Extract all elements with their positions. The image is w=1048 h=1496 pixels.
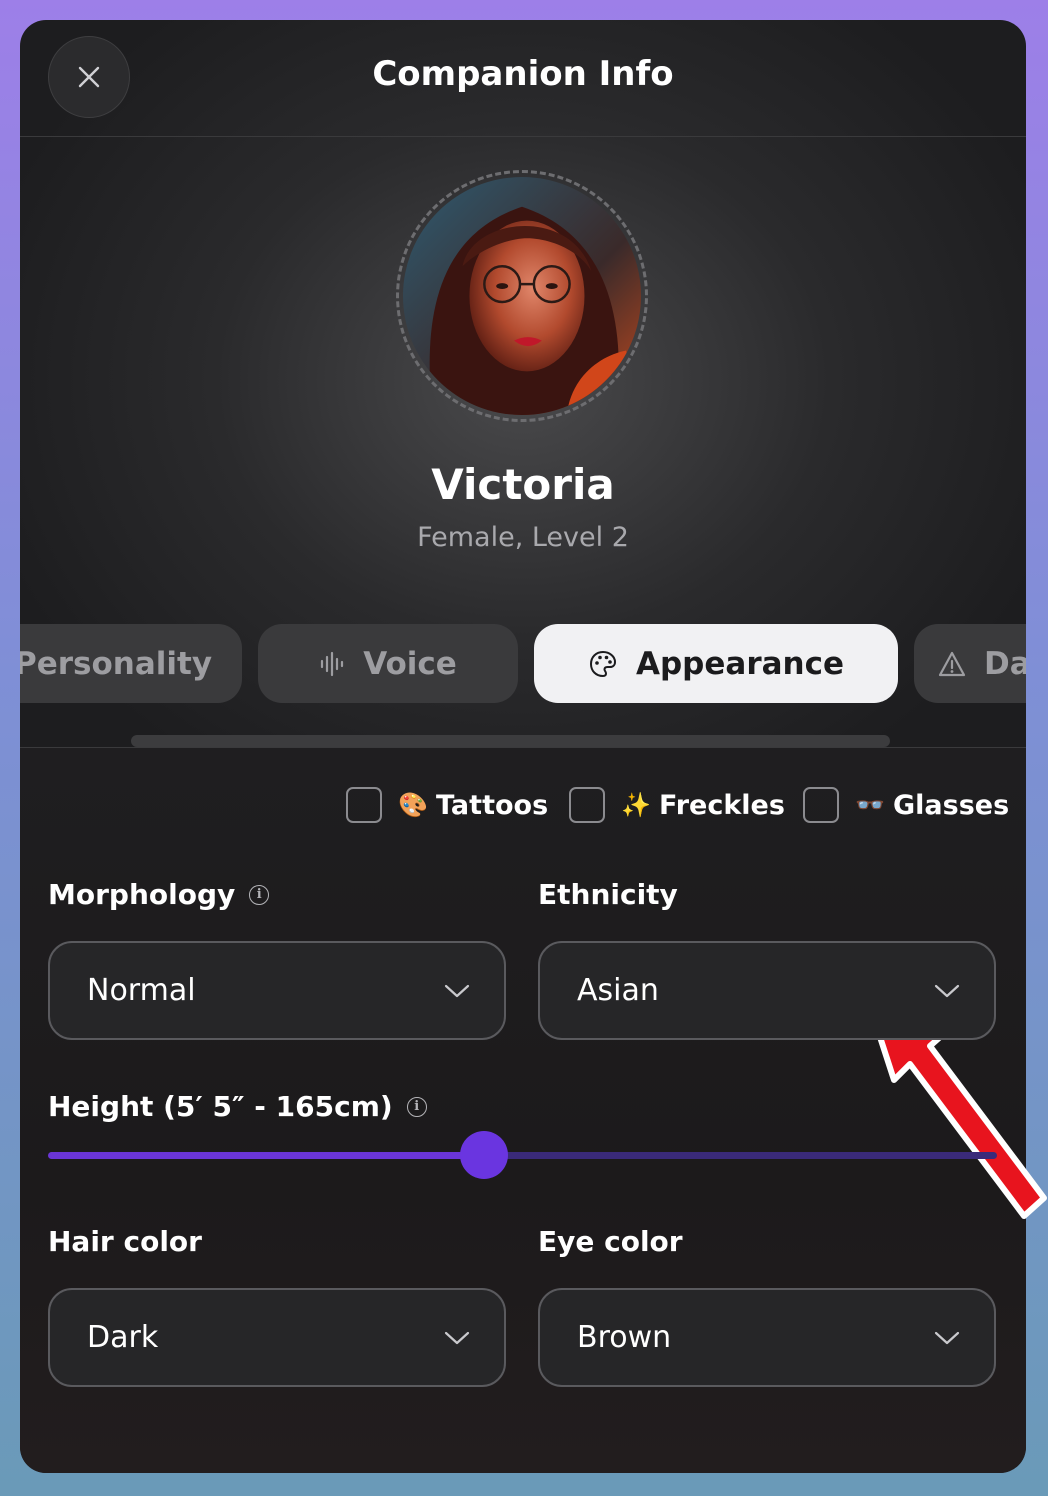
companion-info-panel: Companion Info Victoria Female, Level 2 … — [20, 20, 1026, 1473]
tattoos-checkbox[interactable] — [346, 787, 382, 823]
glasses-label: Glasses — [893, 789, 1010, 821]
tabs-scrollbar[interactable] — [131, 735, 890, 747]
tab-voice[interactable]: Voice — [258, 624, 518, 703]
glasses-emoji-icon: 👓 — [855, 791, 885, 819]
eye-color-select[interactable]: Brown — [538, 1288, 996, 1387]
ethnicity-select[interactable]: Asian — [538, 941, 996, 1040]
morphology-label: Morphology i — [48, 878, 270, 911]
chevron-down-icon — [444, 984, 470, 997]
ethnicity-label: Ethnicity — [538, 878, 678, 911]
sparkles-emoji-icon: ✨ — [621, 791, 651, 819]
hair-color-select[interactable]: Dark — [48, 1288, 506, 1387]
hair-color-value: Dark — [87, 1320, 159, 1355]
eye-color-label: Eye color — [538, 1225, 683, 1258]
height-slider-fill[interactable] — [48, 1152, 485, 1159]
palette-icon — [589, 650, 617, 677]
ethnicity-value: Asian — [577, 973, 659, 1008]
height-label: Height (5′ 5″ - 165cm) i — [48, 1090, 427, 1123]
avatar-portrait-image — [403, 177, 641, 415]
height-slider-thumb[interactable] — [460, 1131, 508, 1179]
page-title: Companion Info — [372, 54, 674, 94]
chevron-down-icon — [934, 984, 960, 997]
hair-color-label: Hair color — [48, 1225, 202, 1258]
chevron-down-icon — [934, 1331, 960, 1344]
freckles-checkbox[interactable] — [569, 787, 605, 823]
tab-personality[interactable]: Personality — [20, 624, 242, 703]
height-slider-track[interactable] — [485, 1152, 997, 1159]
divider — [20, 747, 1026, 748]
tab-label: Voice — [363, 645, 457, 682]
avatar[interactable] — [396, 170, 648, 422]
toggle-tattoos[interactable]: 🎨 Tattoos — [346, 785, 548, 825]
morphology-select[interactable]: Normal — [48, 941, 506, 1040]
companion-subtitle: Female, Level 2 — [417, 522, 629, 553]
waveform-icon — [321, 651, 344, 676]
eye-color-value: Brown — [577, 1320, 672, 1355]
tab-label: Personality — [20, 645, 213, 682]
companion-name: Victoria — [431, 460, 615, 509]
tattoos-label: Tattoos — [436, 789, 549, 821]
morphology-value: Normal — [87, 973, 196, 1008]
header: Companion Info — [20, 20, 1026, 137]
toggle-freckles[interactable]: ✨ Freckles — [569, 785, 785, 825]
chevron-down-icon — [444, 1331, 470, 1344]
palette-emoji-icon: 🎨 — [398, 791, 428, 819]
warning-icon — [938, 651, 966, 676]
freckles-label: Freckles — [659, 789, 785, 821]
tab-label: Dar — [984, 645, 1026, 682]
toggle-glasses[interactable]: 👓 Glasses — [803, 785, 1009, 825]
tab-danger[interactable]: Dar — [914, 624, 1026, 703]
tab-appearance[interactable]: Appearance — [534, 624, 898, 703]
tab-label: Appearance — [636, 645, 844, 682]
info-icon[interactable]: i — [406, 1096, 427, 1117]
info-icon[interactable]: i — [249, 884, 270, 905]
glasses-checkbox[interactable] — [803, 787, 839, 823]
